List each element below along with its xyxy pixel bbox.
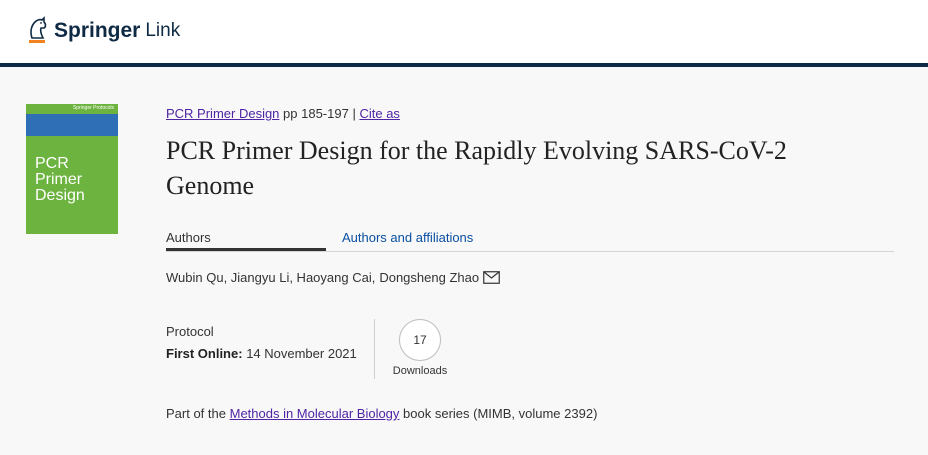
author-list: Wubin Qu, Jiangyu Li, Haoyang Cai, Dongs…	[166, 270, 500, 285]
cover-blue-band	[26, 114, 118, 136]
first-online: First Online: 14 November 2021	[166, 343, 357, 365]
downloads-label: Downloads	[392, 365, 448, 377]
breadcrumb-separator: |	[352, 106, 356, 121]
tab-authors[interactable]: Authors	[166, 230, 211, 245]
chapter-title: PCR Primer Design for the Rapidly Evolvi…	[166, 136, 787, 200]
email-icon[interactable]	[483, 271, 500, 284]
author-names[interactable]: Wubin Qu, Jiangyu Li, Haoyang Cai,	[166, 270, 375, 285]
book-series-info: Part of the Methods in Molecular Biology…	[166, 406, 597, 421]
book-cover-image[interactable]: Springer Protocols PCR Primer Design	[26, 104, 118, 234]
downloads-count-badge: 17	[399, 319, 441, 361]
tab-active-indicator	[166, 248, 326, 251]
series-prefix: Part of the	[166, 406, 226, 421]
corresponding-author[interactable]: Dongsheng Zhao	[379, 270, 479, 285]
breadcrumb: PCR Primer Design pp 185-197 | Cite as	[166, 106, 400, 121]
series-link[interactable]: Methods in Molecular Biology	[230, 406, 400, 421]
first-online-date: 14 November 2021	[246, 346, 357, 361]
chapter-main: Springer Protocols PCR Primer Design PCR…	[0, 67, 928, 455]
springer-link-logo[interactable]: Springer Link	[26, 16, 180, 46]
cite-as-link[interactable]: Cite as	[359, 106, 399, 121]
logo-brand-text: Springer	[54, 19, 141, 42]
cover-series-label: Springer Protocols	[72, 105, 114, 111]
springer-horse-icon	[29, 16, 47, 43]
cover-title: PCR Primer Design	[35, 155, 85, 204]
book-title-link[interactable]: PCR Primer Design	[166, 106, 279, 121]
first-online-label: First Online:	[166, 346, 243, 361]
site-header: Springer Link	[0, 0, 928, 67]
chapter-metadata: Protocol First Online: 14 November 2021	[166, 321, 357, 365]
content-type: Protocol	[166, 324, 214, 339]
page-range: pp 185-197	[283, 106, 349, 121]
author-tabs: Authors Authors and affiliations	[166, 224, 894, 252]
series-suffix: book series (MIMB, volume 2392)	[403, 406, 598, 421]
tab-authors-affiliations[interactable]: Authors and affiliations	[342, 230, 473, 245]
logo-product-text: Link	[145, 20, 181, 41]
metrics-divider	[374, 319, 375, 379]
